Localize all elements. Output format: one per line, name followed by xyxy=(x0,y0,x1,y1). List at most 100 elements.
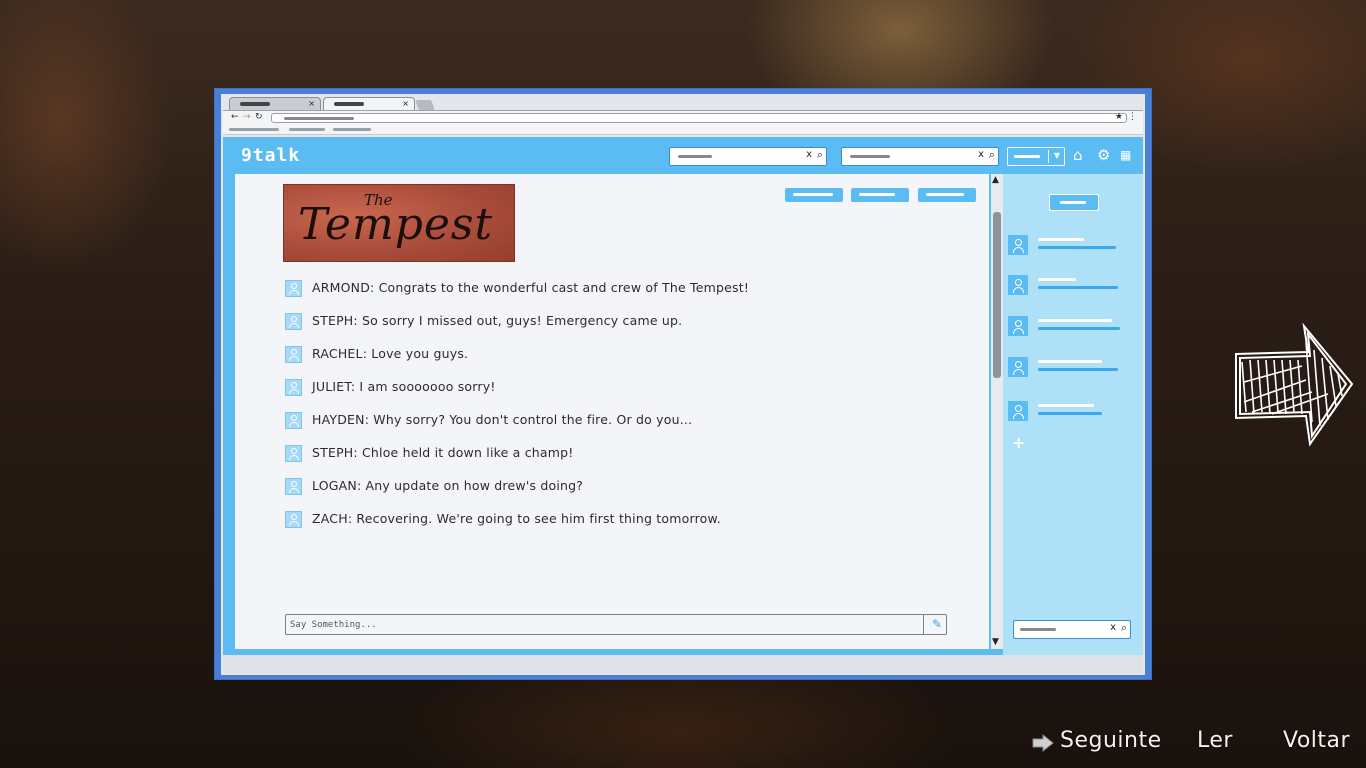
grid-icon[interactable]: ▦ xyxy=(1120,146,1131,164)
chevron-down-icon: ▼ xyxy=(1053,151,1060,160)
app-logo[interactable]: 9talk xyxy=(241,145,300,166)
bookmark-1[interactable] xyxy=(229,128,279,131)
scroll-up-icon[interactable]: ▲ xyxy=(992,176,999,185)
message-input[interactable] xyxy=(286,615,924,634)
message-row: JULIET: I am sooooooo sorry! xyxy=(285,378,965,411)
bookmarks-bar xyxy=(223,124,1143,135)
header-dropdown[interactable]: ▼ xyxy=(1007,147,1065,166)
message-text: ARMOND: Congrats to the wonderful cast a… xyxy=(312,280,750,295)
contact-item[interactable] xyxy=(1008,400,1133,424)
browser-tab-2[interactable]: × xyxy=(323,97,415,110)
browser-tabs: × × xyxy=(229,97,435,110)
pill-placeholder xyxy=(793,193,833,196)
sidebar-search-input[interactable]: x ⌕ xyxy=(1013,620,1131,639)
message-row: STEPH: So sorry I missed out, guys! Emer… xyxy=(285,312,965,345)
search-input-secondary[interactable]: x ⌕ xyxy=(841,147,999,166)
message-text: HAYDEN: Why sorry? You don't control the… xyxy=(312,412,693,427)
reload-icon[interactable]: ↻ xyxy=(255,111,263,124)
contact-line xyxy=(1038,327,1120,330)
search-input-primary[interactable]: x ⌕ xyxy=(669,147,827,166)
message-row: RACHEL: Love you guys. xyxy=(285,345,965,378)
user-avatar-icon xyxy=(1008,316,1028,336)
bookmark-star-icon[interactable]: ★ xyxy=(1115,111,1123,124)
contact-item[interactable] xyxy=(1008,274,1133,298)
browser-menu-icon[interactable]: ⋮ xyxy=(1128,111,1137,124)
new-tab-button[interactable] xyxy=(415,100,435,110)
contact-item[interactable] xyxy=(1008,315,1133,339)
paperclip-icon[interactable]: ✎ xyxy=(932,617,942,631)
tab-close-icon[interactable]: × xyxy=(308,99,315,109)
user-avatar-icon xyxy=(285,379,302,396)
next-button[interactable]: Seguinte xyxy=(1060,728,1162,753)
scroll-down-icon[interactable]: ▼ xyxy=(992,638,999,647)
message-text: STEPH: So sorry I missed out, guys! Emer… xyxy=(312,313,683,328)
arrow-right-icon[interactable] xyxy=(1232,322,1356,448)
message-text: STEPH: Chloe held it down like a champ! xyxy=(312,445,574,460)
back-arrow-icon[interactable]: ← xyxy=(231,111,239,124)
search-placeholder xyxy=(678,155,712,158)
game-browser-window: × × ← → ↻ ★ ⋮ 9talk x ⌕ x ⌕ ▼ ⌂ ⚙ ▦ The … xyxy=(214,88,1152,680)
contact-line xyxy=(1038,319,1112,322)
message-list: ARMOND: Congrats to the wonderful cast a… xyxy=(285,279,965,543)
compose-box: ✎ xyxy=(285,614,947,635)
dropdown-placeholder xyxy=(1014,155,1040,158)
bookmark-3[interactable] xyxy=(333,128,371,131)
back-button[interactable]: Voltar xyxy=(1283,728,1350,753)
forward-arrow-icon[interactable]: → xyxy=(243,111,251,124)
user-avatar-icon xyxy=(285,346,302,363)
contact-line xyxy=(1038,246,1116,249)
home-icon[interactable]: ⌂ xyxy=(1073,146,1083,164)
add-contact-icon[interactable]: + xyxy=(1012,433,1025,452)
top-pill-button-3[interactable] xyxy=(918,188,976,202)
search-icon[interactable]: ⌕ xyxy=(817,148,823,162)
dropdown-divider xyxy=(1048,150,1049,163)
user-avatar-icon xyxy=(285,412,302,429)
contact-line xyxy=(1038,404,1094,407)
scroll-thumb[interactable] xyxy=(993,212,1001,378)
app-header: 9talk x ⌕ x ⌕ ▼ ⌂ ⚙ ▦ xyxy=(223,137,1143,174)
clear-search-icon[interactable]: x xyxy=(1110,622,1116,633)
chat-area: The Tempest ARMOND: Congrats to the wond… xyxy=(223,174,1003,655)
clear-search-icon[interactable]: x xyxy=(978,149,984,160)
user-avatar-icon xyxy=(285,445,302,462)
user-avatar-icon xyxy=(1008,275,1028,295)
contact-line xyxy=(1038,238,1084,241)
gear-icon[interactable]: ⚙ xyxy=(1097,146,1110,164)
address-text-placeholder xyxy=(284,117,354,120)
message-row: ZACH: Recovering. We're going to see him… xyxy=(285,510,965,543)
clear-search-icon[interactable]: x xyxy=(806,149,812,160)
arrow-right-icon xyxy=(1032,734,1054,752)
user-avatar-icon xyxy=(1008,357,1028,377)
message-text: JULIET: I am sooooooo sorry! xyxy=(312,379,496,394)
sidebar-button-placeholder xyxy=(1060,201,1086,204)
pill-placeholder xyxy=(926,193,964,196)
contact-item[interactable] xyxy=(1008,356,1133,380)
message-text: ZACH: Recovering. We're going to see him… xyxy=(312,511,721,526)
message-row: LOGAN: Any update on how drew's doing? xyxy=(285,477,965,510)
show-banner: The Tempest xyxy=(283,184,515,262)
contact-line xyxy=(1038,412,1102,415)
contact-line xyxy=(1038,360,1102,363)
search-icon[interactable]: ⌕ xyxy=(989,148,995,162)
top-pill-button-1[interactable] xyxy=(785,188,843,202)
user-avatar-icon xyxy=(1008,401,1028,421)
message-text: LOGAN: Any update on how drew's doing? xyxy=(312,478,584,493)
address-bar[interactable] xyxy=(271,113,1127,123)
search-placeholder xyxy=(850,155,890,158)
bookmark-2[interactable] xyxy=(289,128,325,131)
browser-tab-1[interactable]: × xyxy=(229,97,321,110)
message-text: RACHEL: Love you guys. xyxy=(312,346,469,361)
search-icon[interactable]: ⌕ xyxy=(1121,621,1127,635)
sidebar-button[interactable] xyxy=(1049,194,1099,211)
chat-scrollbar[interactable]: ▲ ▼ xyxy=(991,174,1003,649)
tab-close-icon[interactable]: × xyxy=(402,99,409,109)
user-avatar-icon xyxy=(285,313,302,330)
contact-line xyxy=(1038,368,1118,371)
contacts-sidebar: + x ⌕ xyxy=(1003,174,1143,655)
read-button[interactable]: Ler xyxy=(1197,728,1233,753)
top-pill-button-2[interactable] xyxy=(851,188,909,202)
contact-item[interactable] xyxy=(1008,234,1133,258)
pill-placeholder xyxy=(859,193,895,196)
user-avatar-icon xyxy=(285,280,302,297)
tab-text-placeholder xyxy=(334,101,364,106)
